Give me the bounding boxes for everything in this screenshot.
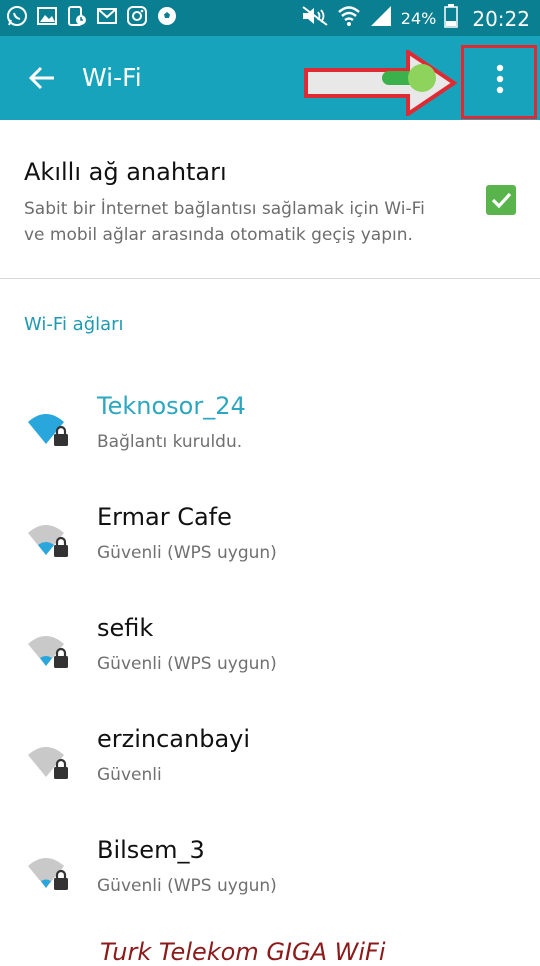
phone-clock-icon — [66, 5, 88, 27]
wifi-locked-weak-icon — [26, 521, 72, 561]
partial-network-name[interactable]: Turk Telekom GIGA WiFi — [100, 938, 386, 966]
network-name: sefik — [97, 614, 154, 642]
gmail-icon — [96, 5, 118, 27]
status-bar: 24% 20:22 — [0, 0, 540, 36]
instagram-icon — [126, 5, 148, 27]
network-status: Güvenli (WPS uygun) — [97, 654, 277, 674]
clock: 20:22 — [472, 6, 530, 31]
mute-icon — [301, 5, 329, 32]
smart-switch-title: Akıllı ağ anahtarı — [24, 158, 227, 186]
wifi-networks-header: Wi-Fi ağları — [24, 314, 124, 335]
wifi-status-icon — [337, 5, 361, 32]
network-item[interactable]: sefik Güvenli (WPS uygun) — [0, 610, 540, 720]
soccer-ball-icon — [156, 5, 178, 27]
smart-switch-description: Sabit bir İnternet bağlantısı sağlamak i… — [24, 199, 425, 245]
network-item[interactable]: Bilsem_3 Güvenli (WPS uygun) — [0, 832, 540, 942]
battery-percent: 24% — [400, 9, 437, 28]
network-item[interactable]: Teknosor_24 Bağlantı kuruldu. — [0, 388, 540, 498]
network-item[interactable]: erzincanbayi Güvenli — [0, 721, 540, 831]
more-options-icon[interactable] — [490, 62, 510, 96]
smart-switch-checkbox[interactable] — [486, 185, 516, 215]
system-indicators: 24% 20:22 — [301, 4, 530, 33]
network-name: Teknosor_24 — [97, 392, 246, 420]
smart-network-switch-row[interactable]: Akıllı ağ anahtarı Sabit bir İnternet ba… — [0, 120, 540, 279]
network-status: Bağlantı kuruldu. — [97, 432, 243, 452]
network-status: Güvenli (WPS uygun) — [97, 876, 277, 896]
wifi-locked-weak-icon — [26, 854, 72, 894]
network-item[interactable]: Ermar Cafe Güvenli (WPS uygun) — [0, 499, 540, 609]
wifi-locked-weak-icon — [26, 632, 72, 672]
network-status: Güvenli — [97, 765, 162, 785]
battery-icon — [444, 4, 459, 33]
network-name: erzincanbayi — [97, 725, 251, 753]
network-name: Bilsem_3 — [97, 836, 205, 864]
notification-icons — [6, 5, 178, 27]
network-status: Güvenli (WPS uygun) — [97, 543, 277, 563]
page-title: Wi-Fi — [82, 63, 142, 92]
wifi-locked-full-icon — [26, 410, 72, 450]
signal-icon — [369, 5, 393, 32]
image-icon — [36, 5, 58, 27]
wifi-locked-weak-icon — [26, 743, 72, 783]
whatsapp-icon — [6, 5, 28, 27]
back-arrow-icon[interactable] — [26, 62, 58, 94]
wifi-toggle[interactable] — [378, 62, 442, 94]
network-name: Ermar Cafe — [97, 503, 232, 531]
app-toolbar: Wi-Fi — [0, 36, 540, 120]
